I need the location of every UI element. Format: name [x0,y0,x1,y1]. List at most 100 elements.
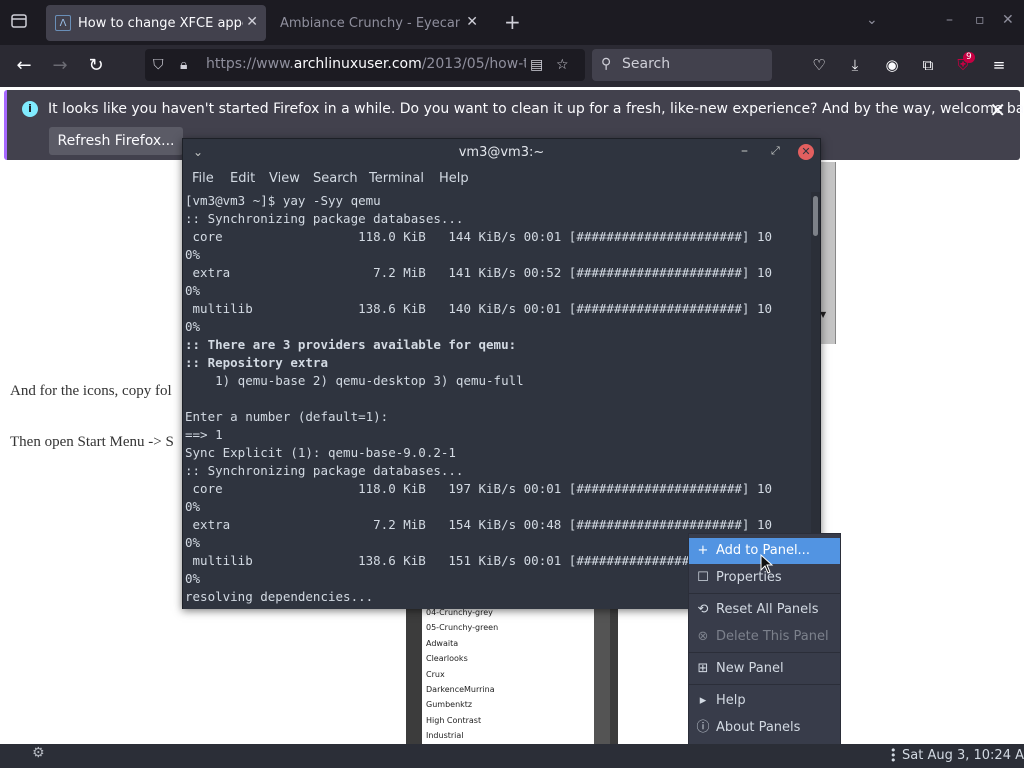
list-item: Gumbenktz [426,700,473,710]
menu-item-label: About Panels [716,720,801,735]
minimize-icon[interactable]: – [946,12,953,28]
reader-view-icon[interactable]: ▤ [530,57,543,73]
terminal-line: extra 7.2 MiB 154 KiB/s 00:48 [#########… [185,517,772,532]
terminal-line: core 118.0 KiB 144 KiB/s 00:01 [########… [185,229,772,244]
plus-icon[interactable]: + [504,10,521,34]
terminal-line: 0% [185,247,201,262]
terminal-line: :: Repository extra [185,355,328,370]
tab-inactive[interactable]: Ambiance Crunchy - Eyecandy for Your XFC… [270,5,486,41]
pocket-icon[interactable]: ♡ [809,55,829,75]
new-panel-icon: ⊞ [697,661,709,676]
scrollbar [594,605,610,744]
menu-item-label: New Panel [716,661,784,676]
lock-icon[interactable]: 🔒︎ [180,57,187,73]
menu-edit[interactable]: Edit [230,171,255,186]
page-paragraph: And for the icons, copy fol [10,383,172,399]
close-icon[interactable]: ✕ [246,14,258,30]
menu-separator [689,652,840,653]
scrollbar-thumb[interactable] [813,196,818,236]
theme-list: 04-Crunchy-grey 05-Crunchy-green Adwaita… [422,605,594,744]
terminal-line: multilib 138.6 KiB 140 KiB/s 00:01 [####… [185,301,772,316]
terminal-menubar: File Edit View Search Terminal Help [183,169,820,191]
terminal-line: :: Synchronizing package databases... [185,211,464,226]
menu-search[interactable]: Search [313,171,358,186]
terminal-line: 0% [185,319,201,334]
list-item: Adwaita [426,638,459,648]
back-icon[interactable]: ← [13,55,35,77]
menu-file[interactable]: File [192,171,214,186]
terminal-line: :: Synchronizing package databases... [185,463,464,478]
star-icon[interactable]: ☆ [556,57,569,73]
chevron-down-icon[interactable]: ⌄ [866,12,878,28]
clock[interactable]: Sat Aug 3, 10:24 AM [902,748,1024,763]
terminal-line: :: There are 3 providers available for q… [185,337,517,352]
tab-active[interactable]: Λ How to change XFCE appearance ✕ [46,5,266,41]
terminal-line: extra 7.2 MiB 141 KiB/s 00:52 [#########… [185,265,772,280]
url-bar[interactable]: ⛉ 🔒︎ https://www.archlinuxuser.com/2013/… [145,49,585,81]
tab-title: Ambiance Crunchy - Eyecandy for Your XFC… [280,15,460,31]
terminal-line: 0% [185,499,201,514]
menu-separator [689,684,840,685]
menu-separator [689,593,840,594]
mouse-cursor-icon [760,554,774,574]
menu-item-reset-all-panels[interactable]: ⟲ Reset All Panels [689,597,840,623]
info-icon: ⓘ [696,720,710,735]
maximize-icon[interactable]: ▫ [975,12,985,28]
list-item: 05-Crunchy-green [426,623,499,633]
search-input[interactable]: ⚲ Search [592,49,772,81]
menu-item-label: Delete This Panel [716,629,829,644]
panel-handle-icon[interactable]: • • • [890,745,897,766]
search-icon: ⚲ [601,56,612,72]
maximize-icon[interactable]: ⤢ [771,144,780,158]
list-item: Clearlooks [426,654,468,664]
close-icon[interactable]: ✕ [989,98,1006,122]
navigation-toolbar: ← → ↻ ⛉ 🔒︎ https://www.archlinuxuser.com… [0,45,1024,87]
tab-list-icon[interactable] [10,12,28,30]
extension-badge: 9 [963,52,975,63]
close-icon[interactable]: ✕ [1002,12,1014,28]
tab-title: How to change XFCE appearance [78,15,243,31]
minimize-icon[interactable]: – [741,143,748,159]
menu-terminal[interactable]: Terminal [369,171,424,186]
menu-item-help[interactable]: ▸ Help [689,688,840,714]
xfce-panel[interactable]: ⚙ • • • Sat Aug 3, 10:24 AM [0,744,1024,768]
close-icon[interactable]: ✕ [798,144,814,160]
refresh-firefox-button[interactable]: Refresh Firefox... [49,127,183,155]
menu-view[interactable]: View [269,171,300,186]
menu-item-delete-this-panel[interactable]: ⊗ Delete This Panel [689,624,840,650]
terminal-line: core 118.0 KiB 197 KiB/s 00:01 [########… [185,481,772,496]
info-icon: i [22,101,38,117]
notification-message: It looks like you haven't started Firefo… [48,101,1024,117]
list-item: High Contrast [426,715,482,725]
menu-help[interactable]: Help [439,171,469,186]
search-placeholder: Search [622,56,671,72]
help-icon: ▸ [699,693,707,708]
menu-item-new-panel[interactable]: ⊞ New Panel [689,656,840,682]
close-icon[interactable]: ✕ [466,14,478,30]
properties-icon: ☐ [697,570,709,585]
plus-icon: + [697,543,709,558]
terminal-line: ==> 1 [185,427,223,442]
account-icon[interactable]: ◉ [882,55,902,75]
list-item: Crux [426,669,445,679]
window-title: vm3@vm3:~ [458,145,545,160]
terminal-line: Enter a number (default=1): [185,409,389,424]
list-item: Industrial [426,731,464,741]
terminal-line: [vm3@vm3 ~]$ yay -Syy qemu [185,193,381,208]
extensions-icon[interactable]: ⧉ [918,55,938,75]
reset-icon: ⟲ [697,602,709,617]
download-icon[interactable]: ⤓ [845,55,865,75]
page-paragraph: Then open Start Menu -> S [10,434,174,450]
menu-item-label: Reset All Panels [716,602,819,617]
archlinuxuser-icon: Λ [55,15,71,31]
terminal-line: Sync Explicit (1): qemu-base-9.0.2-1 [185,445,456,460]
applications-menu-icon[interactable]: ⚙ [32,745,48,767]
menu-item-about-panels[interactable]: ⓘ About Panels [689,715,840,741]
reload-icon[interactable]: ↻ [85,55,107,77]
shield-icon[interactable]: ⛉ [153,57,164,73]
forward-icon[interactable]: → [49,55,71,77]
hamburger-menu-icon[interactable]: ≡ [989,55,1009,75]
url-text[interactable]: https://www.archlinuxuser.com/2013/05/ho… [206,56,526,72]
terminal-line: 0% [185,283,201,298]
